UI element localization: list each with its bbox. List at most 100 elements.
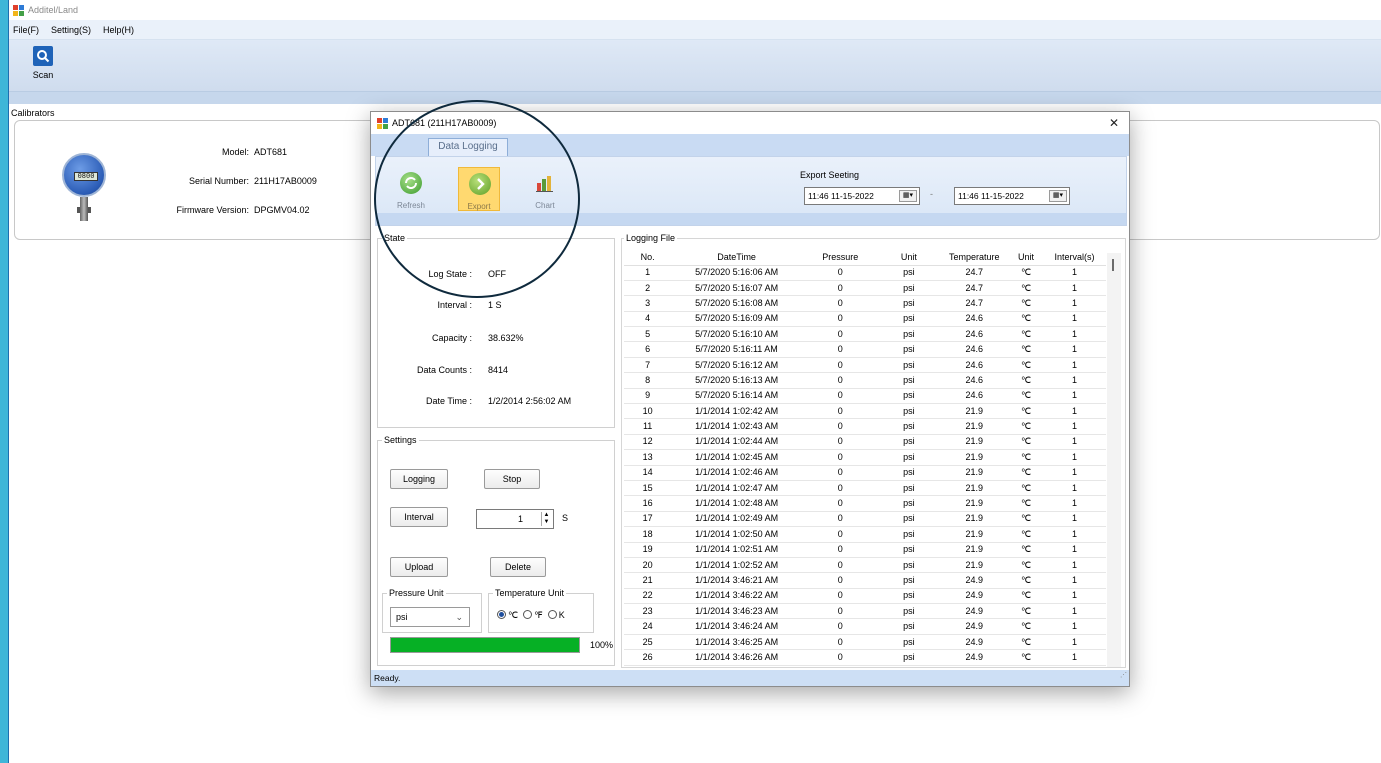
table-row[interactable]: 2 5/7/2020 5:16:07 AM 0 psi 24.7 ℃ 1 (624, 280, 1106, 297)
table-row[interactable]: 21 1/1/2014 3:46:21 AM 0 psi 24.9 ℃ 1 (624, 572, 1106, 589)
table-cell: ℃ (1009, 341, 1043, 358)
table-cell: 5/7/2020 5:16:13 AM (671, 372, 802, 389)
table-cell: psi (878, 341, 940, 358)
column-header[interactable]: Unit (1009, 249, 1043, 266)
table-cell: 0 (801, 449, 879, 466)
scrollbar-thumb[interactable] (1112, 259, 1114, 271)
upload-button[interactable]: Upload (390, 557, 448, 577)
table-row[interactable]: 23 1/1/2014 3:46:23 AM 0 psi 24.9 ℃ 1 (624, 603, 1106, 620)
table-row[interactable]: 14 1/1/2014 1:02:46 AM 0 psi 21.9 ℃ 1 (624, 465, 1106, 481)
table-row[interactable]: 13 1/1/2014 1:02:45 AM 0 psi 21.9 ℃ 1 (624, 449, 1106, 466)
interval-stepper[interactable]: 1 ▲ ▼ (476, 509, 554, 529)
table-cell: psi (878, 526, 940, 543)
table-cell: 9 (624, 388, 672, 405)
table-cell: psi (878, 495, 940, 512)
table-row[interactable]: 5 5/7/2020 5:16:10 AM 0 psi 24.6 ℃ 1 (624, 326, 1106, 343)
menu-file[interactable]: File(F) (13, 25, 39, 35)
export-from-date-picker[interactable]: 11:46 11-15-2022 ▦▾ (804, 187, 920, 205)
toolbar-strip (9, 92, 1381, 104)
dialog-tab-strip: Data Logging (371, 134, 1129, 156)
table-cell: ℃ (1009, 388, 1043, 405)
scan-button[interactable]: Scan (25, 46, 61, 80)
title-bar: Additel/Land (9, 0, 1381, 20)
chart-button[interactable]: Chart (524, 167, 566, 211)
table-cell: 14 (624, 465, 672, 481)
ribbon: Refresh Export Chart Export Seeting 11:4… (375, 156, 1127, 226)
export-to-date-picker[interactable]: 11:46 11-15-2022 ▦▾ (954, 187, 1070, 205)
pressure-unit-select[interactable]: psi ⌄ (390, 607, 470, 627)
table-cell: psi (878, 418, 940, 435)
menu-bar: File(F) Setting(S) Help(H) (9, 20, 1381, 40)
table-row[interactable]: 4 5/7/2020 5:16:09 AM 0 psi 24.6 ℃ 1 (624, 311, 1106, 328)
table-row[interactable]: 15 1/1/2014 1:02:47 AM 0 psi 21.9 ℃ 1 (624, 480, 1106, 497)
table-row[interactable]: 18 1/1/2014 1:02:50 AM 0 psi 21.9 ℃ 1 (624, 526, 1106, 543)
table-cell: 21 (624, 572, 672, 589)
table-cell: 0 (801, 603, 879, 620)
interval-button[interactable]: Interval (390, 507, 448, 527)
table-row[interactable]: 7 5/7/2020 5:16:12 AM 0 psi 24.6 ℃ 1 (624, 357, 1106, 374)
radio-kelvin[interactable]: K (547, 610, 565, 620)
table-cell: psi (878, 603, 940, 620)
column-header[interactable]: DateTime (671, 249, 802, 266)
table-cell: ℃ (1009, 295, 1043, 312)
table-row[interactable]: 3 5/7/2020 5:16:08 AM 0 psi 24.7 ℃ 1 (624, 295, 1106, 312)
table-row[interactable]: 25 1/1/2014 3:46:25 AM 0 psi 24.9 ℃ 1 (624, 634, 1106, 651)
table-row[interactable]: 26 1/1/2014 3:46:26 AM 0 psi 24.9 ℃ 1 (624, 649, 1106, 666)
chart-label: Chart (535, 201, 555, 210)
export-button[interactable]: Export (458, 167, 500, 211)
table-row[interactable]: 12 1/1/2014 1:02:44 AM 0 psi 21.9 ℃ 1 (624, 434, 1106, 451)
refresh-label: Refresh (396, 201, 425, 210)
delete-button[interactable]: Delete (490, 557, 546, 577)
column-header[interactable]: Interval(s) (1042, 249, 1106, 266)
table-cell: 0 (801, 434, 879, 451)
refresh-button[interactable]: Refresh (390, 167, 432, 211)
table-row[interactable]: 9 5/7/2020 5:16:14 AM 0 psi 24.6 ℃ 1 (624, 388, 1106, 405)
table-row[interactable]: 1 5/7/2020 5:16:06 AM 0 psi 24.7 ℃ 1 (624, 265, 1106, 281)
column-header[interactable]: Pressure (801, 249, 879, 266)
state-group: State Log State : OFF Interval : 1 S Cap… (377, 233, 615, 428)
table-cell: 1/1/2014 3:46:23 AM (671, 603, 802, 620)
table-row[interactable]: 19 1/1/2014 1:02:51 AM 0 psi 21.9 ℃ 1 (624, 542, 1106, 558)
table-row[interactable]: 24 1/1/2014 3:46:24 AM 0 psi 24.9 ℃ 1 (624, 618, 1106, 635)
logging-button[interactable]: Logging (390, 469, 448, 489)
spin-arrows-icon[interactable]: ▲ ▼ (541, 512, 551, 526)
table-scrollbar[interactable] (1107, 253, 1121, 667)
table-cell: psi (878, 634, 940, 651)
radio-celsius[interactable]: ℃ (497, 610, 518, 620)
table-cell: ℃ (1009, 603, 1043, 620)
resize-grip-icon[interactable]: ⋰ (1120, 668, 1127, 684)
tab-data-logging[interactable]: Data Logging (428, 138, 508, 156)
radio-fahrenheit[interactable]: ℉ (523, 610, 543, 620)
table-cell: 0 (801, 295, 879, 312)
pressure-unit-value: psi (396, 612, 408, 622)
column-header[interactable]: Temperature (939, 249, 1010, 266)
table-cell: 1 (1042, 557, 1106, 574)
settings-group-label: Settings (382, 435, 419, 445)
table-row[interactable]: 17 1/1/2014 1:02:49 AM 0 psi 21.9 ℃ 1 (624, 511, 1106, 528)
table-row[interactable]: 22 1/1/2014 3:46:22 AM 0 psi 24.9 ℃ 1 (624, 588, 1106, 605)
stop-button[interactable]: Stop (484, 469, 540, 489)
table-cell: 5/7/2020 5:16:07 AM (671, 280, 802, 297)
table-row[interactable]: 20 1/1/2014 1:02:52 AM 0 psi 21.9 ℃ 1 (624, 557, 1106, 574)
table-row[interactable]: 6 5/7/2020 5:16:11 AM 0 psi 24.6 ℃ 1 (624, 341, 1106, 358)
menu-help[interactable]: Help(H) (103, 25, 134, 35)
progress-fill (391, 638, 579, 652)
table-cell: ℃ (1009, 511, 1043, 528)
table-cell: 0 (801, 280, 879, 297)
calendar-dropdown-icon[interactable]: ▦▾ (899, 190, 917, 202)
interval-state-label: Interval : (437, 300, 472, 310)
calendar-dropdown-icon[interactable]: ▦▾ (1049, 190, 1067, 202)
table-cell: 1 (624, 265, 672, 281)
column-header[interactable]: Unit (878, 249, 940, 266)
status-text: Ready. (374, 673, 401, 683)
table-row[interactable]: 16 1/1/2014 1:02:48 AM 0 psi 21.9 ℃ 1 (624, 495, 1106, 512)
table-row[interactable]: 11 1/1/2014 1:02:43 AM 0 psi 21.9 ℃ 1 (624, 418, 1106, 435)
table-cell: 1 (1042, 295, 1106, 312)
menu-setting[interactable]: Setting(S) (51, 25, 91, 35)
table-row[interactable]: 10 1/1/2014 1:02:42 AM 0 psi 21.9 ℃ 1 (624, 403, 1106, 420)
table-row[interactable]: 8 5/7/2020 5:16:13 AM 0 psi 24.6 ℃ 1 (624, 372, 1106, 389)
close-icon[interactable]: ✕ (1107, 116, 1121, 130)
table-cell: 6 (624, 341, 672, 358)
column-header[interactable]: No. (624, 249, 672, 266)
table-cell: 0 (801, 311, 879, 328)
